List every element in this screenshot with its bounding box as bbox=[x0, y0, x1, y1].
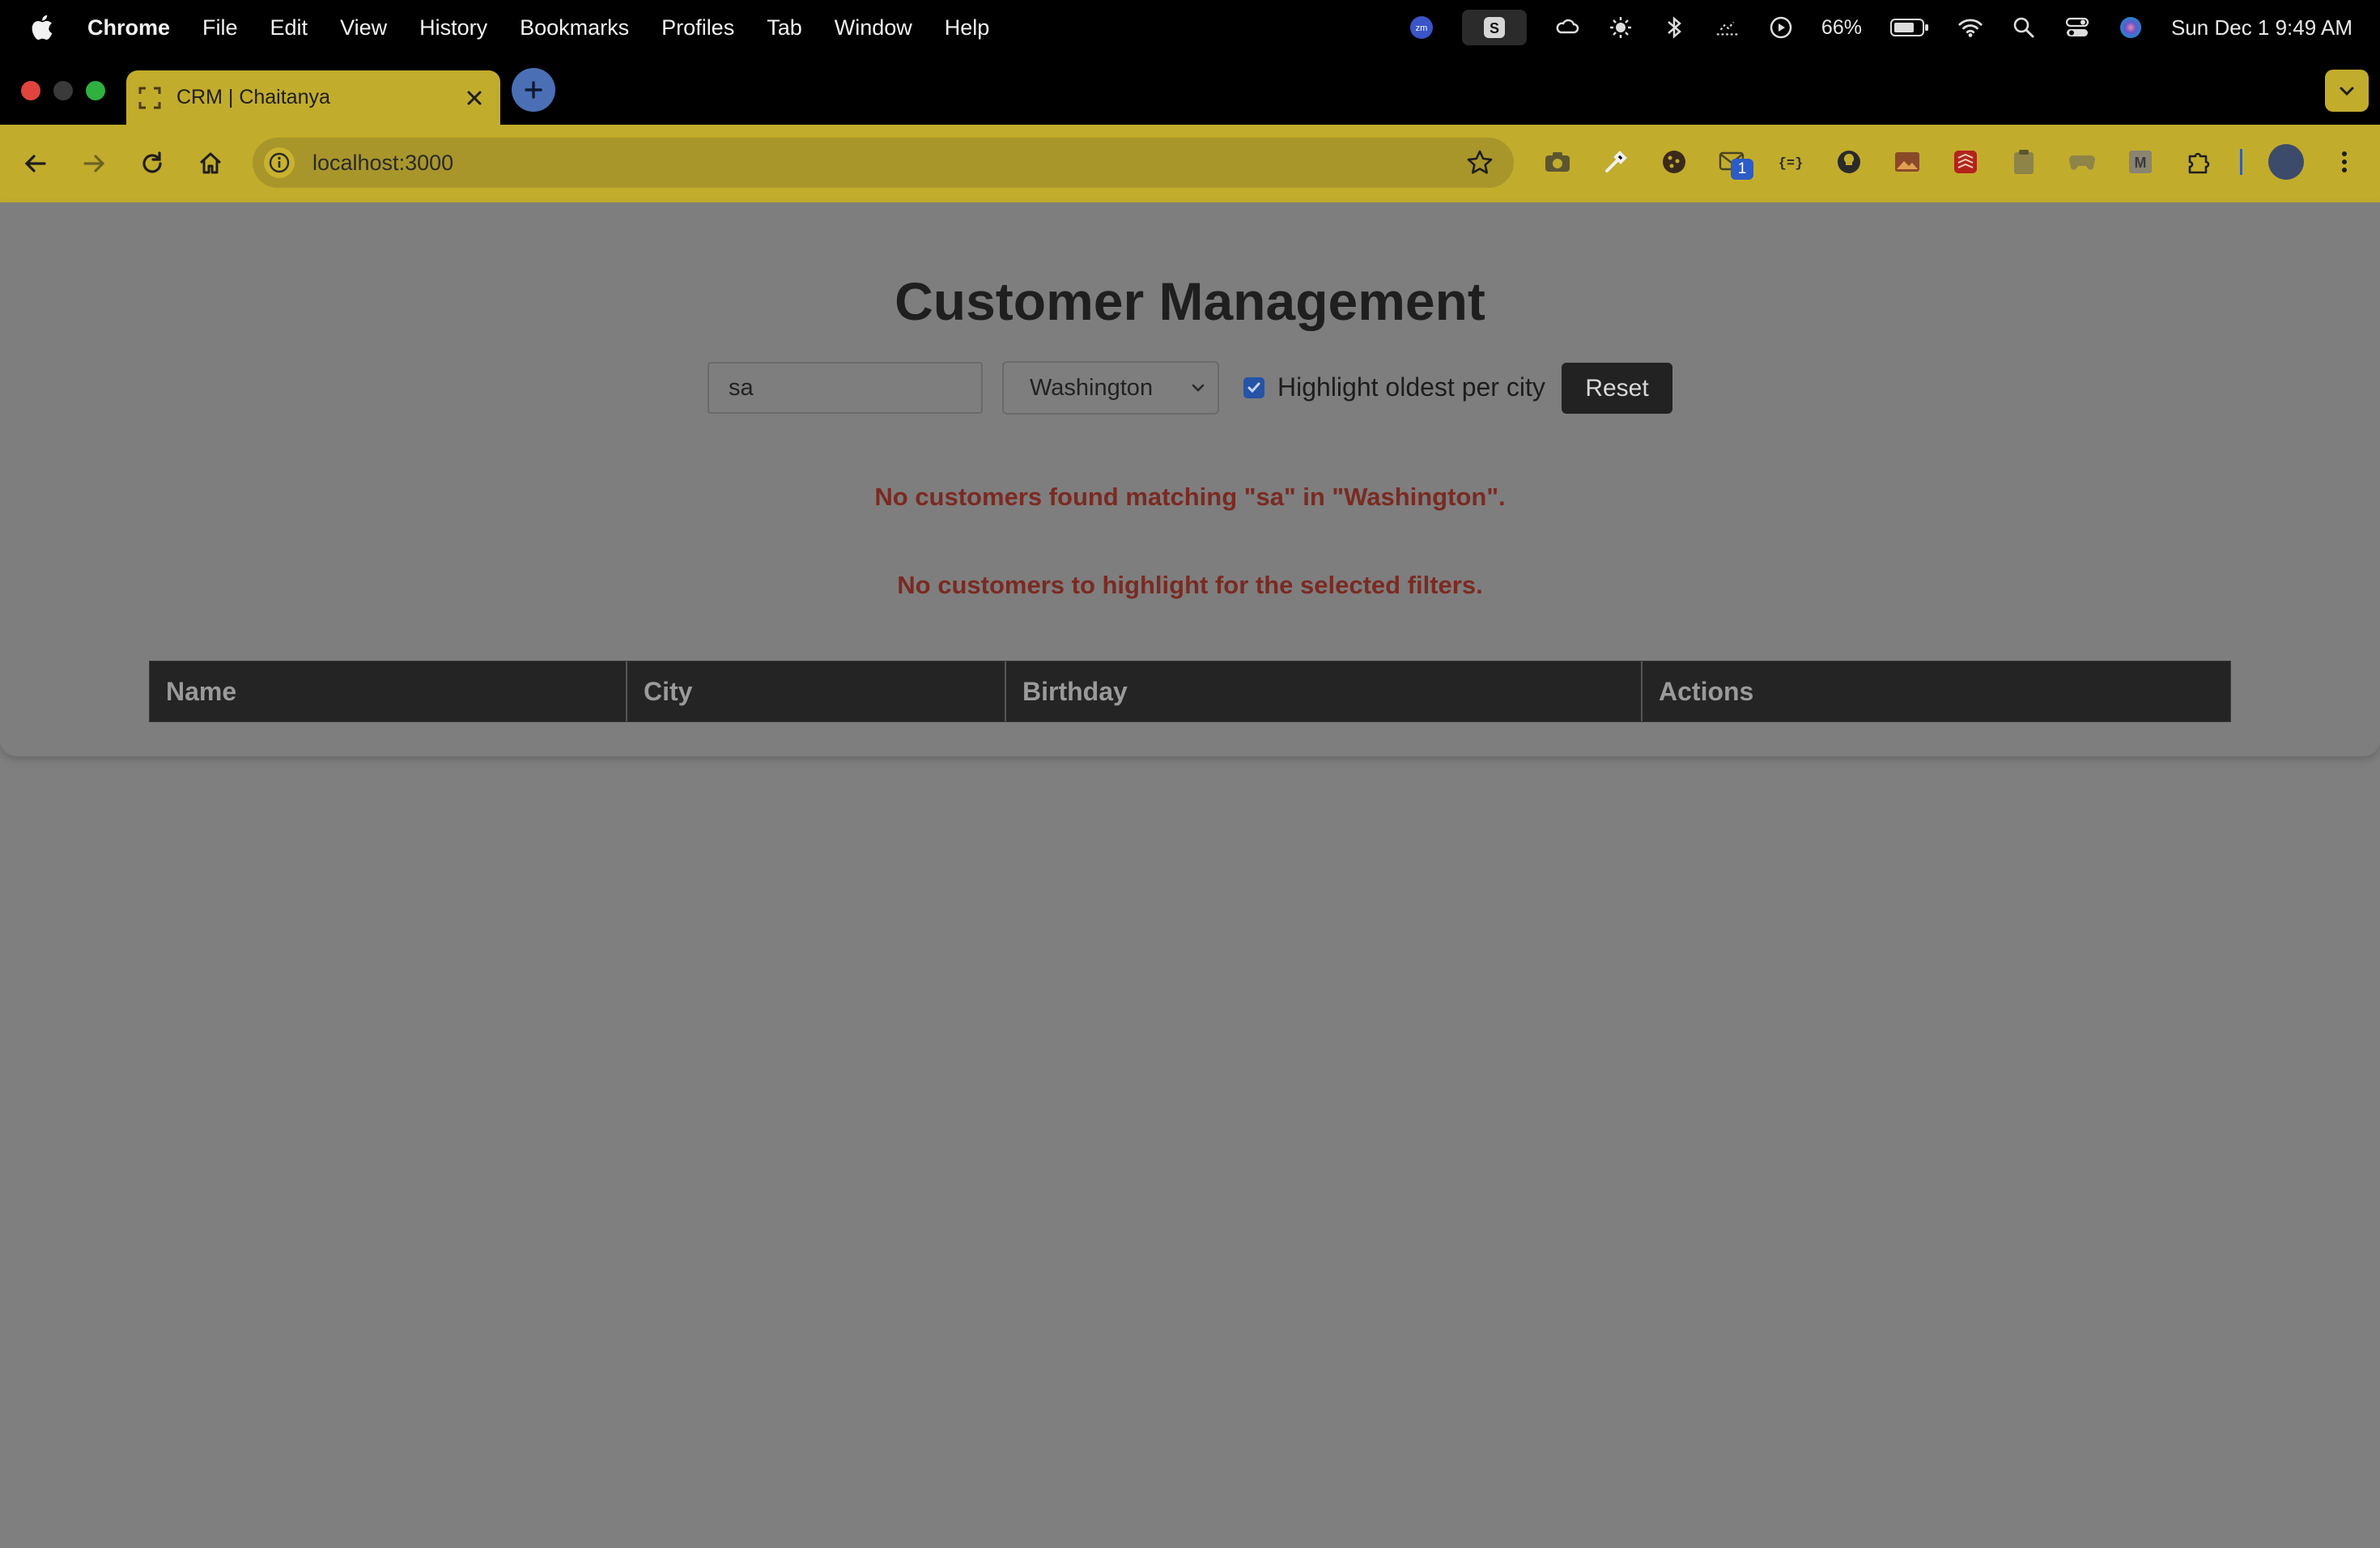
tab-search-button[interactable] bbox=[2325, 70, 2369, 112]
bookmark-star-icon[interactable] bbox=[1464, 147, 1496, 179]
svg-text:M: M bbox=[2135, 155, 2147, 171]
no-match-message: No customers found matching "sa" in "Was… bbox=[874, 483, 1506, 511]
svg-text:{=}: {=} bbox=[1779, 156, 1804, 172]
column-header-birthday[interactable]: Birthday bbox=[1006, 661, 1643, 721]
arrow-left-icon bbox=[24, 155, 46, 172]
gamepad-extension-icon[interactable] bbox=[2066, 146, 2098, 178]
menu-window[interactable]: Window bbox=[835, 15, 912, 40]
more-options-icon[interactable] bbox=[2328, 146, 2361, 178]
menu-tab[interactable]: Tab bbox=[767, 15, 802, 40]
home-icon bbox=[199, 152, 222, 174]
bluetooth-icon[interactable] bbox=[1661, 15, 1687, 40]
siri-icon[interactable] bbox=[2118, 15, 2144, 40]
weather-status-icon[interactable] bbox=[1554, 15, 1580, 40]
checkmark-icon bbox=[1247, 382, 1260, 393]
chevron-down-icon bbox=[2340, 87, 2354, 96]
brightness-icon[interactable] bbox=[1608, 15, 1634, 40]
svg-text:zm: zm bbox=[1416, 23, 1428, 33]
battery-percentage: 66% bbox=[1821, 15, 1862, 39]
menu-bookmarks[interactable]: Bookmarks bbox=[520, 15, 629, 40]
address-bar-url[interactable]: localhost:3000 bbox=[312, 151, 1464, 176]
no-highlight-message: No customers to highlight for the select… bbox=[897, 571, 1483, 599]
reload-icon bbox=[142, 151, 162, 173]
chevron-down-icon bbox=[1192, 384, 1205, 392]
menu-file[interactable]: File bbox=[202, 15, 238, 40]
highlight-oldest-checkbox[interactable] bbox=[1243, 377, 1264, 398]
image-extension-icon[interactable] bbox=[1891, 146, 1923, 178]
gmail-extension-icon[interactable]: M bbox=[2124, 146, 2157, 178]
address-bar[interactable]: localhost:3000 bbox=[253, 138, 1514, 188]
extensions-puzzle-icon[interactable] bbox=[2182, 146, 2215, 178]
tab-close-icon[interactable] bbox=[463, 87, 486, 109]
todoist-extension-icon[interactable] bbox=[1949, 146, 1982, 178]
forward-button[interactable] bbox=[74, 144, 113, 183]
menu-app-name[interactable]: Chrome bbox=[87, 15, 170, 40]
menu-edit[interactable]: Edit bbox=[270, 15, 308, 40]
column-header-city[interactable]: City bbox=[627, 661, 1006, 721]
reload-button[interactable] bbox=[133, 144, 172, 183]
tab-crm[interactable]: CRM | Chaitanya bbox=[126, 70, 500, 125]
wifi-icon[interactable] bbox=[1957, 15, 1983, 40]
json-formatter-extension-icon[interactable]: {=} bbox=[1774, 146, 1807, 178]
reset-button[interactable]: Reset bbox=[1562, 363, 1672, 414]
plus-icon bbox=[525, 81, 542, 99]
back-button[interactable] bbox=[16, 144, 55, 183]
screenshot-extension-icon[interactable] bbox=[1541, 146, 1574, 178]
screen-mirroring-icon[interactable] bbox=[1715, 15, 1740, 40]
menu-help[interactable]: Help bbox=[945, 15, 990, 40]
spotlight-search-icon[interactable] bbox=[2011, 15, 2037, 40]
skype-status-icon[interactable]: S bbox=[1461, 10, 1527, 45]
now-playing-icon[interactable] bbox=[1768, 15, 1794, 40]
menu-bar-status-area: zm S 66% Sun Dec 1 9:49 AM bbox=[1409, 0, 2352, 55]
site-info-icon[interactable] bbox=[264, 147, 295, 178]
tab-title: CRM | Chaitanya bbox=[176, 86, 330, 108]
clipboard-extension-icon[interactable] bbox=[2008, 146, 2040, 178]
lightbulb-extension-icon[interactable] bbox=[1833, 146, 1865, 178]
column-header-name[interactable]: Name bbox=[150, 661, 627, 721]
menu-bar-clock[interactable]: Sun Dec 1 9:49 AM bbox=[2171, 15, 2352, 40]
cookie-extension-icon[interactable] bbox=[1658, 146, 1690, 178]
control-center-icon[interactable] bbox=[2064, 15, 2090, 40]
home-button[interactable] bbox=[191, 144, 230, 183]
menu-profiles[interactable]: Profiles bbox=[661, 15, 734, 40]
city-filter-value: Washington bbox=[1030, 374, 1154, 401]
page-favicon-icon bbox=[138, 87, 161, 108]
apple-logo-icon[interactable] bbox=[29, 14, 53, 41]
macos-menu-bar: Chrome File Edit View History Bookmarks … bbox=[0, 0, 2380, 55]
toolbar-divider bbox=[2240, 149, 2242, 175]
window-minimize-button[interactable] bbox=[53, 81, 73, 100]
new-tab-button[interactable] bbox=[512, 68, 555, 112]
customer-table-header: Name City Birthday Actions bbox=[149, 661, 2231, 722]
menu-history[interactable]: History bbox=[419, 15, 487, 40]
color-picker-extension-icon[interactable] bbox=[1600, 146, 1632, 178]
page-title: Customer Management bbox=[895, 271, 1485, 331]
search-input[interactable] bbox=[708, 362, 983, 414]
highlight-oldest-label[interactable]: Highlight oldest per city bbox=[1277, 372, 1545, 402]
window-zoom-button[interactable] bbox=[86, 81, 105, 100]
mail-extension-badge: 1 bbox=[1731, 159, 1753, 180]
menu-view[interactable]: View bbox=[340, 15, 387, 40]
svg-text:S: S bbox=[1490, 20, 1499, 36]
city-filter-select[interactable]: Washington bbox=[1002, 361, 1219, 415]
column-header-actions[interactable]: Actions bbox=[1643, 661, 2230, 721]
zoom-status-icon[interactable]: zm bbox=[1409, 15, 1434, 40]
profile-avatar[interactable] bbox=[2268, 144, 2304, 180]
battery-icon[interactable] bbox=[1889, 15, 1930, 40]
window-close-button[interactable] bbox=[21, 81, 40, 100]
arrow-right-icon bbox=[83, 155, 105, 172]
